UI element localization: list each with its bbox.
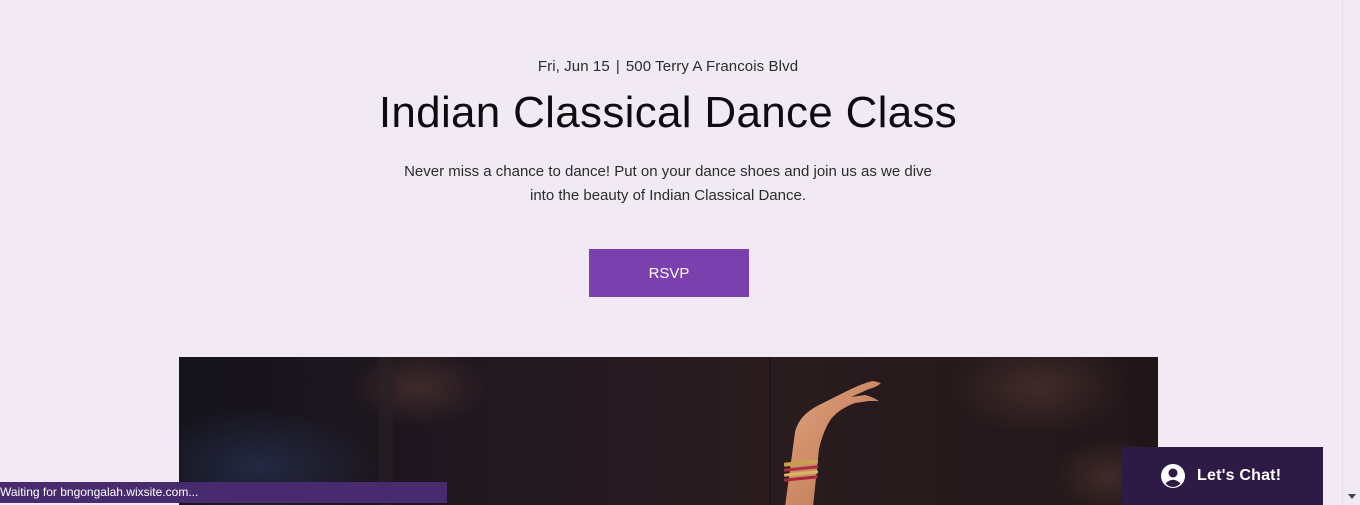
vertical-scrollbar[interactable]	[1342, 0, 1360, 505]
browser-status-bar: Waiting for bngongalah.wixsite.com...	[0, 482, 447, 503]
meta-separator: |	[615, 58, 620, 75]
event-title: Indian Classical Dance Class	[378, 88, 958, 137]
event-location: 500 Terry A Francois Blvd	[625, 58, 799, 75]
event-meta: Fri, Jun 15 | 500 Terry A Francois Blvd	[0, 58, 1336, 75]
user-avatar-icon	[1161, 464, 1185, 488]
event-date: Fri, Jun 15	[537, 58, 610, 75]
chat-label: Let's Chat!	[1197, 467, 1282, 484]
scroll-down-arrow-icon[interactable]	[1348, 494, 1356, 499]
event-page: Fri, Jun 15 | 500 Terry A Francois Blvd In…	[0, 0, 1360, 505]
rsvp-button[interactable]: RSVP	[589, 249, 749, 297]
event-description: Never miss a chance to dance! Put on you…	[404, 163, 932, 204]
chat-widget-button[interactable]: Let's Chat!	[1122, 447, 1323, 505]
event-content: Fri, Jun 15 | 500 Terry A Francois Blvd In…	[0, 0, 1343, 505]
